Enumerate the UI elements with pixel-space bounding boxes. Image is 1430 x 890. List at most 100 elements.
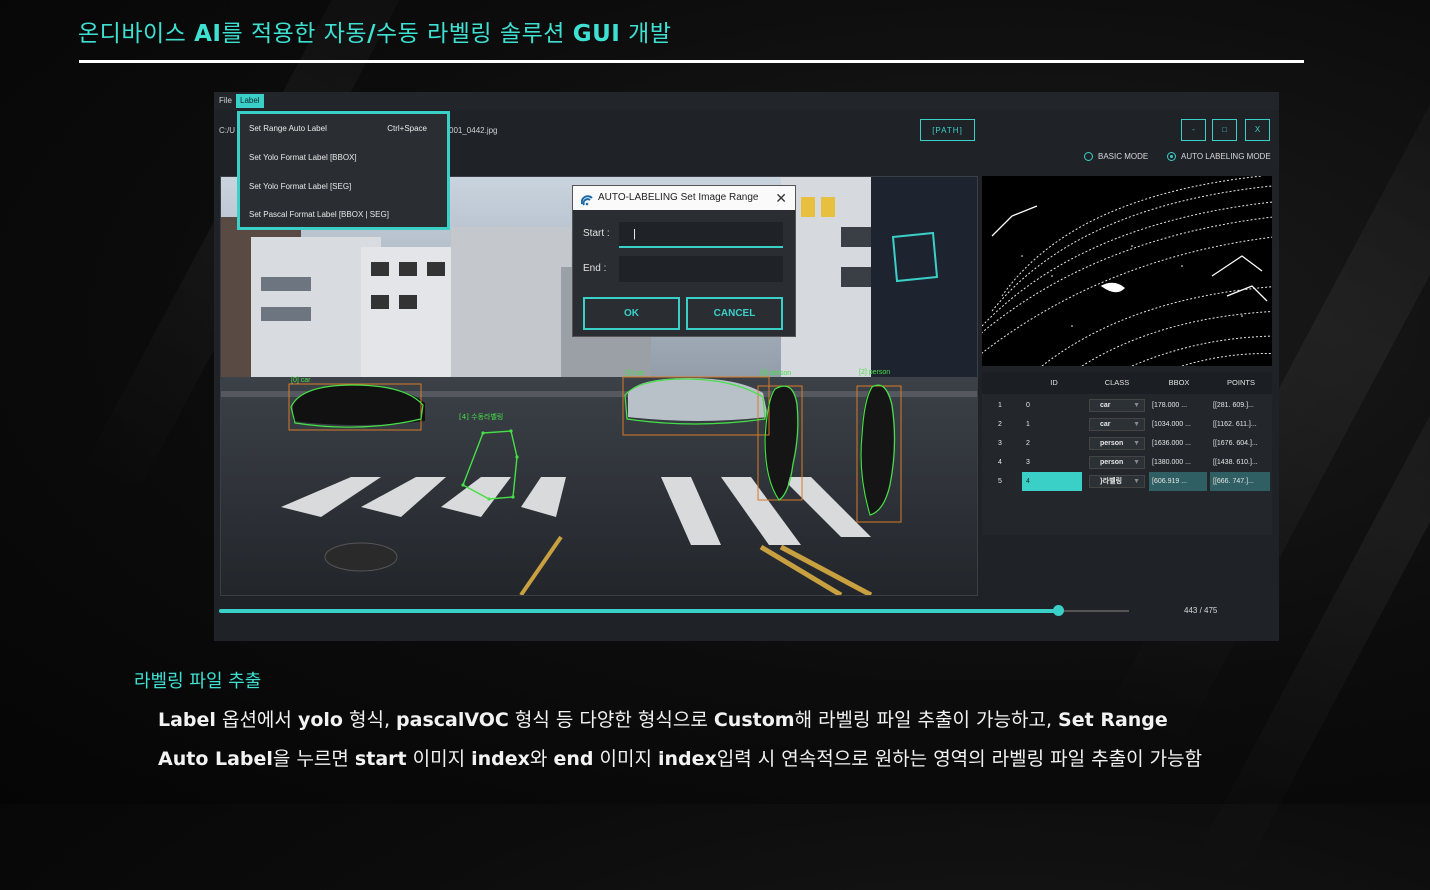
header-id: ID bbox=[1022, 372, 1087, 394]
annotation-label-3: [3] person bbox=[760, 370, 791, 377]
description-segment: 을 누르면 bbox=[272, 748, 355, 770]
maximize-button[interactable]: □ bbox=[1212, 119, 1237, 141]
row-number: 3 bbox=[998, 440, 1002, 447]
description-segment: 와 bbox=[529, 748, 554, 770]
row-number: 1 bbox=[998, 402, 1002, 409]
close-button[interactable]: X bbox=[1245, 119, 1270, 141]
menu-label[interactable]: Label bbox=[236, 94, 264, 108]
description-segment: Label bbox=[158, 709, 216, 731]
close-icon[interactable]: ✕ bbox=[775, 186, 787, 210]
label-dropdown-menu: Set Range Auto Label Ctrl+Space Set Yolo… bbox=[237, 111, 450, 230]
description-segment: 입력 시 연속적으로 원하는 영역의 라벨링 파일 추출이 가능함 bbox=[716, 748, 1203, 770]
row-bbox: [606.919 ... bbox=[1149, 472, 1207, 491]
row-id: 3 bbox=[1026, 459, 1030, 466]
menu-item-pascal-format[interactable]: Set Pascal Format Label [BBOX | SEG] bbox=[249, 210, 389, 219]
chevron-down-icon: ▼ bbox=[1133, 478, 1140, 485]
table-row-selected[interactable]: 5 4 }라벨링 ▼ [606.919 ... [[666. 747.]... bbox=[982, 472, 1272, 491]
menu-file[interactable]: File bbox=[215, 94, 236, 108]
header-class: CLASS bbox=[1086, 372, 1149, 394]
shortcut-text: Ctrl+Space bbox=[387, 124, 427, 133]
row-bbox: [1636.000 ... bbox=[1152, 440, 1191, 447]
row-id: 1 bbox=[1026, 421, 1030, 428]
label-table: ID CLASS BBOX POINTS 1 0 car ▼ [178.000 .… bbox=[982, 372, 1272, 535]
description-segment: 이미지 bbox=[593, 748, 658, 770]
start-label: Start : bbox=[583, 228, 610, 239]
class-dropdown[interactable]: person ▼ bbox=[1087, 453, 1145, 472]
menu-item-yolo-bbox[interactable]: Set Yolo Format Label [BBOX] bbox=[249, 153, 357, 162]
basic-mode-label: BASIC MODE bbox=[1098, 152, 1149, 161]
chevron-down-icon: ▼ bbox=[1133, 402, 1140, 409]
description-segment: pascalVOC bbox=[396, 709, 509, 731]
annotation-label-1: [1] car bbox=[625, 370, 645, 377]
description-segment: 이미지 bbox=[406, 748, 472, 770]
path-text-end: 001_0442.jpg bbox=[449, 126, 498, 135]
description-segment: yolo bbox=[297, 709, 343, 731]
table-row[interactable]: 2 1 car ▼ [1034.000 ... [[1162. 611.]... bbox=[982, 415, 1272, 434]
cancel-button[interactable]: CANCEL bbox=[686, 297, 783, 330]
table-row[interactable]: 1 0 car ▼ [178.000 ... [[281. 609.]... bbox=[982, 396, 1272, 415]
lidar-pointcloud-view bbox=[982, 176, 1272, 366]
frame-slider-fill bbox=[219, 609, 1059, 613]
table-row[interactable]: 3 2 person ▼ [1636.000 ... [[1676. 604.].… bbox=[982, 434, 1272, 453]
row-number: 2 bbox=[998, 421, 1002, 428]
class-dropdown[interactable]: person ▼ bbox=[1087, 434, 1145, 453]
row-id: 4 bbox=[1022, 472, 1082, 491]
annotation-label-4: [4] 수동라벨링 bbox=[459, 412, 503, 421]
section-subtitle: 라벨링 파일 추출 bbox=[134, 671, 262, 692]
row-number: 5 bbox=[998, 478, 1002, 485]
description-segment: Set Range bbox=[1058, 709, 1168, 731]
menu-item-yolo-seg[interactable]: Set Yolo Format Label [SEG] bbox=[249, 182, 351, 191]
header-points: POINTS bbox=[1210, 372, 1272, 394]
end-label: End : bbox=[583, 263, 607, 274]
row-bbox: [1380.000 ... bbox=[1152, 459, 1191, 466]
header-bbox: BBOX bbox=[1148, 372, 1211, 394]
path-text-start: C:/U bbox=[219, 126, 235, 135]
minimize-button[interactable]: - bbox=[1181, 119, 1206, 141]
description-line-2: Auto Label을 누르면 start 이미지 index와 end 이미지… bbox=[158, 744, 1202, 771]
row-bbox: [1034.000 ... bbox=[1152, 421, 1191, 428]
chevron-down-icon: ▼ bbox=[1133, 459, 1140, 466]
row-id: 2 bbox=[1026, 440, 1030, 447]
row-points: [[281. 609.]... bbox=[1213, 402, 1254, 409]
title-divider bbox=[79, 60, 1304, 63]
app-logo-icon bbox=[580, 192, 593, 216]
row-points: [[1162. 611.]... bbox=[1213, 421, 1257, 428]
annotation-label-0: [0] car bbox=[291, 377, 311, 384]
path-button[interactable]: [PATH] bbox=[920, 119, 975, 141]
description-segment: end bbox=[553, 748, 594, 770]
radio-icon bbox=[1084, 152, 1093, 162]
description-segment: Custom bbox=[713, 709, 795, 731]
description-segment: 옵션에서 bbox=[215, 709, 298, 731]
frame-counter: 443 / 475 bbox=[1184, 606, 1218, 615]
end-index-input[interactable] bbox=[619, 256, 783, 282]
description-segment: start bbox=[354, 748, 407, 770]
row-id: 0 bbox=[1026, 402, 1030, 409]
annotation-label-2: [2] person bbox=[859, 369, 890, 376]
row-number: 4 bbox=[998, 459, 1002, 466]
row-bbox: [178.000 ... bbox=[1152, 402, 1188, 409]
row-points: [[1438. 610.]... bbox=[1213, 459, 1258, 466]
description-segment: Auto Label bbox=[158, 748, 273, 770]
description-line-1: Label 옵션에서 yolo 형식, pascalVOC 형식 등 다양한 형… bbox=[158, 705, 1168, 732]
menu-item-set-range-auto-label[interactable]: Set Range Auto Label bbox=[249, 124, 327, 133]
slide-title: 온디바이스 AI를 적용한 자동/수동 라벨링 솔루션 GUI 개발 bbox=[78, 21, 672, 47]
row-points: [[1676. 604.]... bbox=[1213, 440, 1258, 447]
class-dropdown[interactable]: car ▼ bbox=[1087, 415, 1145, 434]
set-image-range-dialog: AUTO-LABELING Set Image Range ✕ Start : … bbox=[572, 185, 796, 337]
class-dropdown[interactable]: }라벨링 ▼ bbox=[1087, 472, 1145, 491]
dialog-titlebar: AUTO-LABELING Set Image Range ✕ bbox=[573, 186, 795, 210]
row-points: [[666. 747.]... bbox=[1210, 472, 1270, 491]
auto-mode-label: AUTO LABELING MODE bbox=[1181, 152, 1271, 161]
table-row[interactable]: 4 3 person ▼ [1380.000 ... [[1438. 610.].… bbox=[982, 453, 1272, 472]
basic-mode-radio[interactable]: BASIC MODE bbox=[1084, 152, 1149, 162]
frame-slider-handle[interactable] bbox=[1053, 605, 1064, 616]
description-segment: 해 라벨링 파일 추출이 가능하고, bbox=[794, 709, 1059, 731]
class-dropdown[interactable]: car ▼ bbox=[1087, 396, 1145, 415]
description-segment: 형식, bbox=[342, 709, 397, 731]
start-index-input[interactable]: | bbox=[619, 222, 783, 248]
chevron-down-icon: ▼ bbox=[1133, 440, 1140, 447]
description-segment: index bbox=[471, 748, 530, 770]
auto-mode-radio[interactable]: AUTO LABELING MODE bbox=[1167, 152, 1271, 162]
ok-button[interactable]: OK bbox=[583, 297, 680, 330]
menu-bar: File Label bbox=[214, 92, 1279, 110]
